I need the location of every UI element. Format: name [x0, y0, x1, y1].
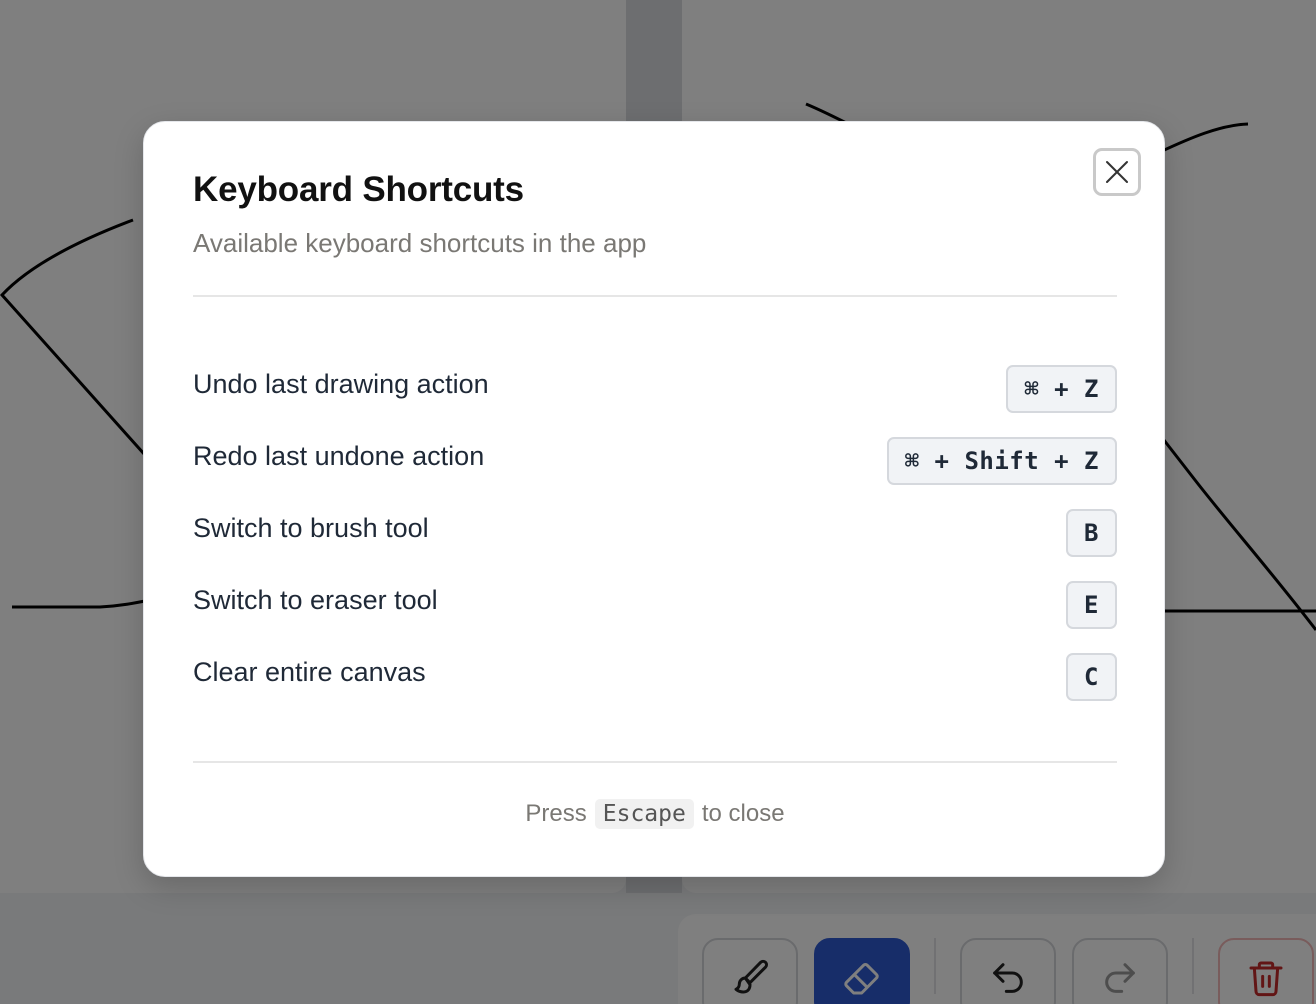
shortcut-keys: ⌘ + Shift + Z — [886, 437, 1117, 485]
shortcut-keys: ⌘ + Z — [1006, 365, 1117, 413]
divider — [193, 761, 1117, 763]
divider — [193, 295, 1117, 297]
shortcut-label: Undo last drawing action — [193, 369, 489, 399]
shortcut-row: Undo last drawing action ⌘ + Z — [193, 365, 1117, 413]
dialog-subtitle: Available keyboard shortcuts in the app — [193, 228, 647, 258]
shortcut-label: Clear entire canvas — [193, 657, 426, 687]
shortcut-keys: B — [1066, 509, 1117, 557]
footer-suffix: to close — [701, 800, 785, 827]
dialog-title: Keyboard Shortcuts — [193, 170, 524, 209]
footer-prefix: Press — [525, 800, 587, 827]
shortcut-keys: C — [1066, 653, 1117, 701]
shortcut-label: Redo last undone action — [193, 441, 485, 471]
shortcut-row: Redo last undone action ⌘ + Shift + Z — [193, 437, 1117, 485]
dialog-footer-hint: Press Escape to close — [193, 794, 1117, 834]
keyboard-shortcuts-dialog: Keyboard Shortcuts Available keyboard sh… — [143, 121, 1165, 877]
shortcut-label: Switch to eraser tool — [193, 585, 438, 615]
shortcut-keys: E — [1066, 581, 1117, 629]
shortcut-row: Switch to brush tool B — [193, 509, 1117, 557]
escape-key-badge: Escape — [594, 799, 694, 829]
shortcut-row: Switch to eraser tool E — [193, 581, 1117, 629]
shortcut-row: Clear entire canvas C — [193, 653, 1117, 701]
shortcut-label: Switch to brush tool — [193, 513, 429, 543]
close-button[interactable] — [1093, 148, 1141, 196]
close-icon — [1106, 161, 1128, 183]
